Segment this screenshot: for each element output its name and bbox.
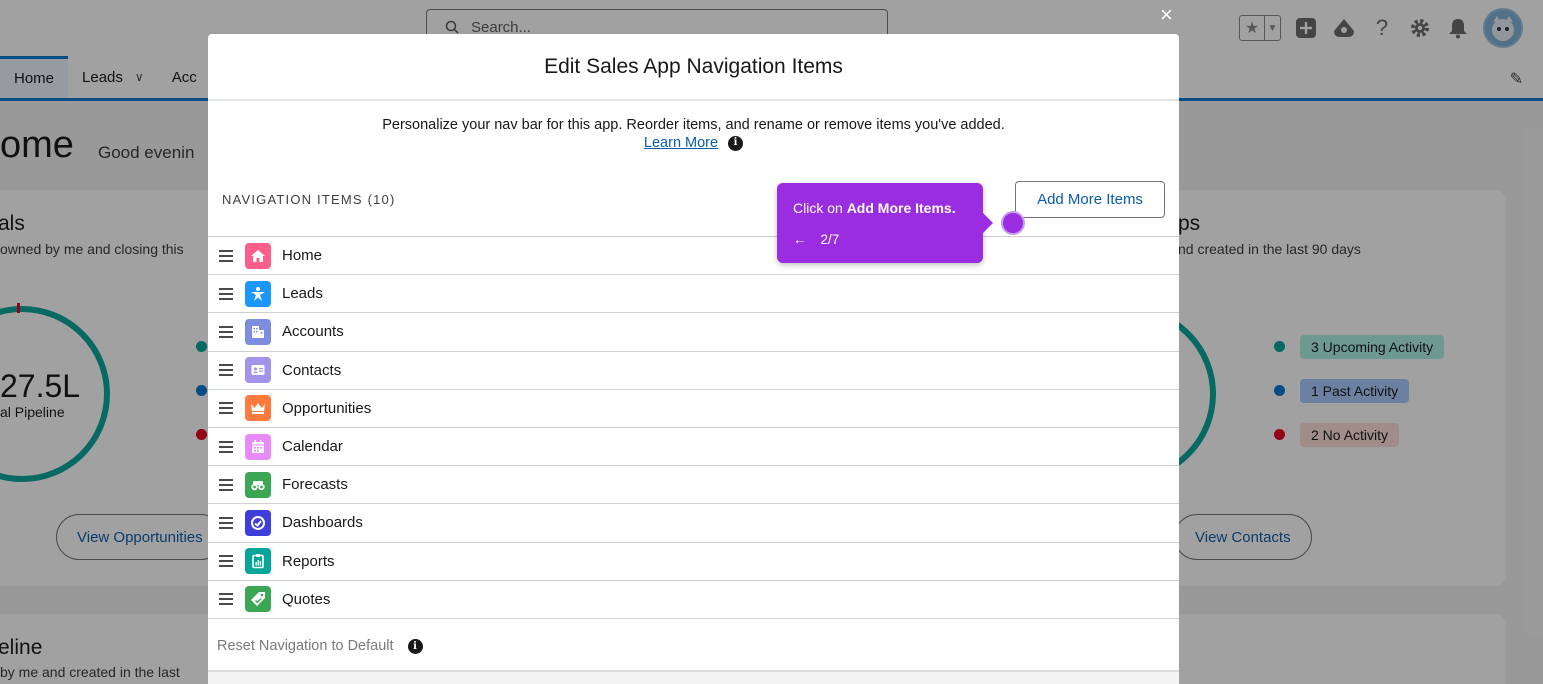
list-item[interactable]: Leads [208, 275, 1179, 314]
item-label: Contacts [282, 361, 342, 379]
drag-handle-icon[interactable] [219, 555, 233, 568]
item-label: Forecasts [282, 476, 348, 494]
home-icon [245, 242, 271, 269]
drag-handle-icon[interactable] [219, 402, 233, 415]
tooltip-bold: Add More Items. [846, 200, 956, 216]
item-label: Quotes [282, 590, 331, 608]
modal-footer [208, 670, 1179, 684]
drag-handle-icon[interactable] [219, 478, 233, 491]
drag-handle-icon[interactable] [219, 325, 233, 338]
contact-icon [245, 357, 271, 384]
info-icon[interactable]: i [728, 135, 744, 151]
quote-icon [245, 586, 271, 613]
step-counter: 2/7 [820, 232, 840, 247]
list-item[interactable]: Forecasts [208, 466, 1179, 505]
modal-title: Edit Sales App Navigation Items [208, 34, 1179, 101]
item-label: Leads [282, 285, 323, 303]
list-item[interactable]: Contacts [208, 352, 1179, 390]
list-item[interactable]: Reports [208, 543, 1179, 581]
learn-more-link[interactable]: Learn More [644, 134, 718, 152]
list-item[interactable]: Home [208, 237, 1179, 276]
calendar-icon [245, 433, 271, 460]
tooltip-prefix: Click on [793, 200, 847, 216]
item-label: Accounts [282, 323, 344, 341]
list-item[interactable]: Calendar [208, 428, 1179, 467]
account-icon [245, 318, 271, 345]
modal-intro: Personalize your nav bar for this app. R… [208, 116, 1179, 152]
drag-handle-icon[interactable] [219, 516, 233, 529]
item-label: Dashboards [282, 514, 363, 532]
drag-handle-icon[interactable] [219, 287, 233, 300]
reset-navigation: Reset Navigation to Default i [217, 638, 423, 654]
opportunity-icon [245, 395, 271, 422]
drag-handle-icon[interactable] [219, 249, 233, 262]
learn-more-row: Learn More i [208, 134, 1179, 152]
navigation-items-heading: NAVIGATION ITEMS (10) [222, 192, 396, 207]
intro-text: Personalize your nav bar for this app. R… [382, 117, 1005, 133]
report-icon [245, 548, 271, 575]
info-icon[interactable]: i [407, 638, 423, 654]
reset-navigation-link[interactable]: Reset Navigation to Default [217, 638, 394, 654]
close-icon[interactable]: × [1160, 4, 1173, 26]
drag-handle-icon[interactable] [219, 364, 233, 377]
tooltip-nav: ← 2/7 [793, 232, 839, 247]
back-arrow-icon[interactable]: ← [793, 232, 807, 247]
edit-navigation-modal: Edit Sales App Navigation Items Personal… [208, 34, 1179, 684]
item-label: Opportunities [282, 399, 372, 417]
item-label: Home [282, 247, 323, 265]
list-item[interactable]: Accounts [208, 313, 1179, 352]
add-more-items-button[interactable]: Add More Items [1015, 181, 1165, 218]
lead-icon [245, 280, 271, 307]
tooltip-text: Click on Add More Items. [793, 200, 956, 216]
dashboard-icon [245, 509, 271, 536]
forecast-icon [245, 471, 271, 498]
navigation-items-list: Home Leads Accounts Contacts Opportuniti… [208, 236, 1179, 619]
drag-handle-icon[interactable] [219, 593, 233, 606]
item-label: Calendar [282, 438, 343, 456]
item-label: Reports [282, 552, 335, 570]
list-item[interactable]: Quotes [208, 581, 1179, 619]
drag-handle-icon[interactable] [219, 440, 233, 453]
list-item[interactable]: Opportunities [208, 390, 1179, 428]
walkthrough-tooltip: Click on Add More Items. ← 2/7 [777, 183, 993, 263]
list-item[interactable]: Dashboards [208, 504, 1179, 543]
tooltip-beacon[interactable] [1001, 211, 1025, 235]
